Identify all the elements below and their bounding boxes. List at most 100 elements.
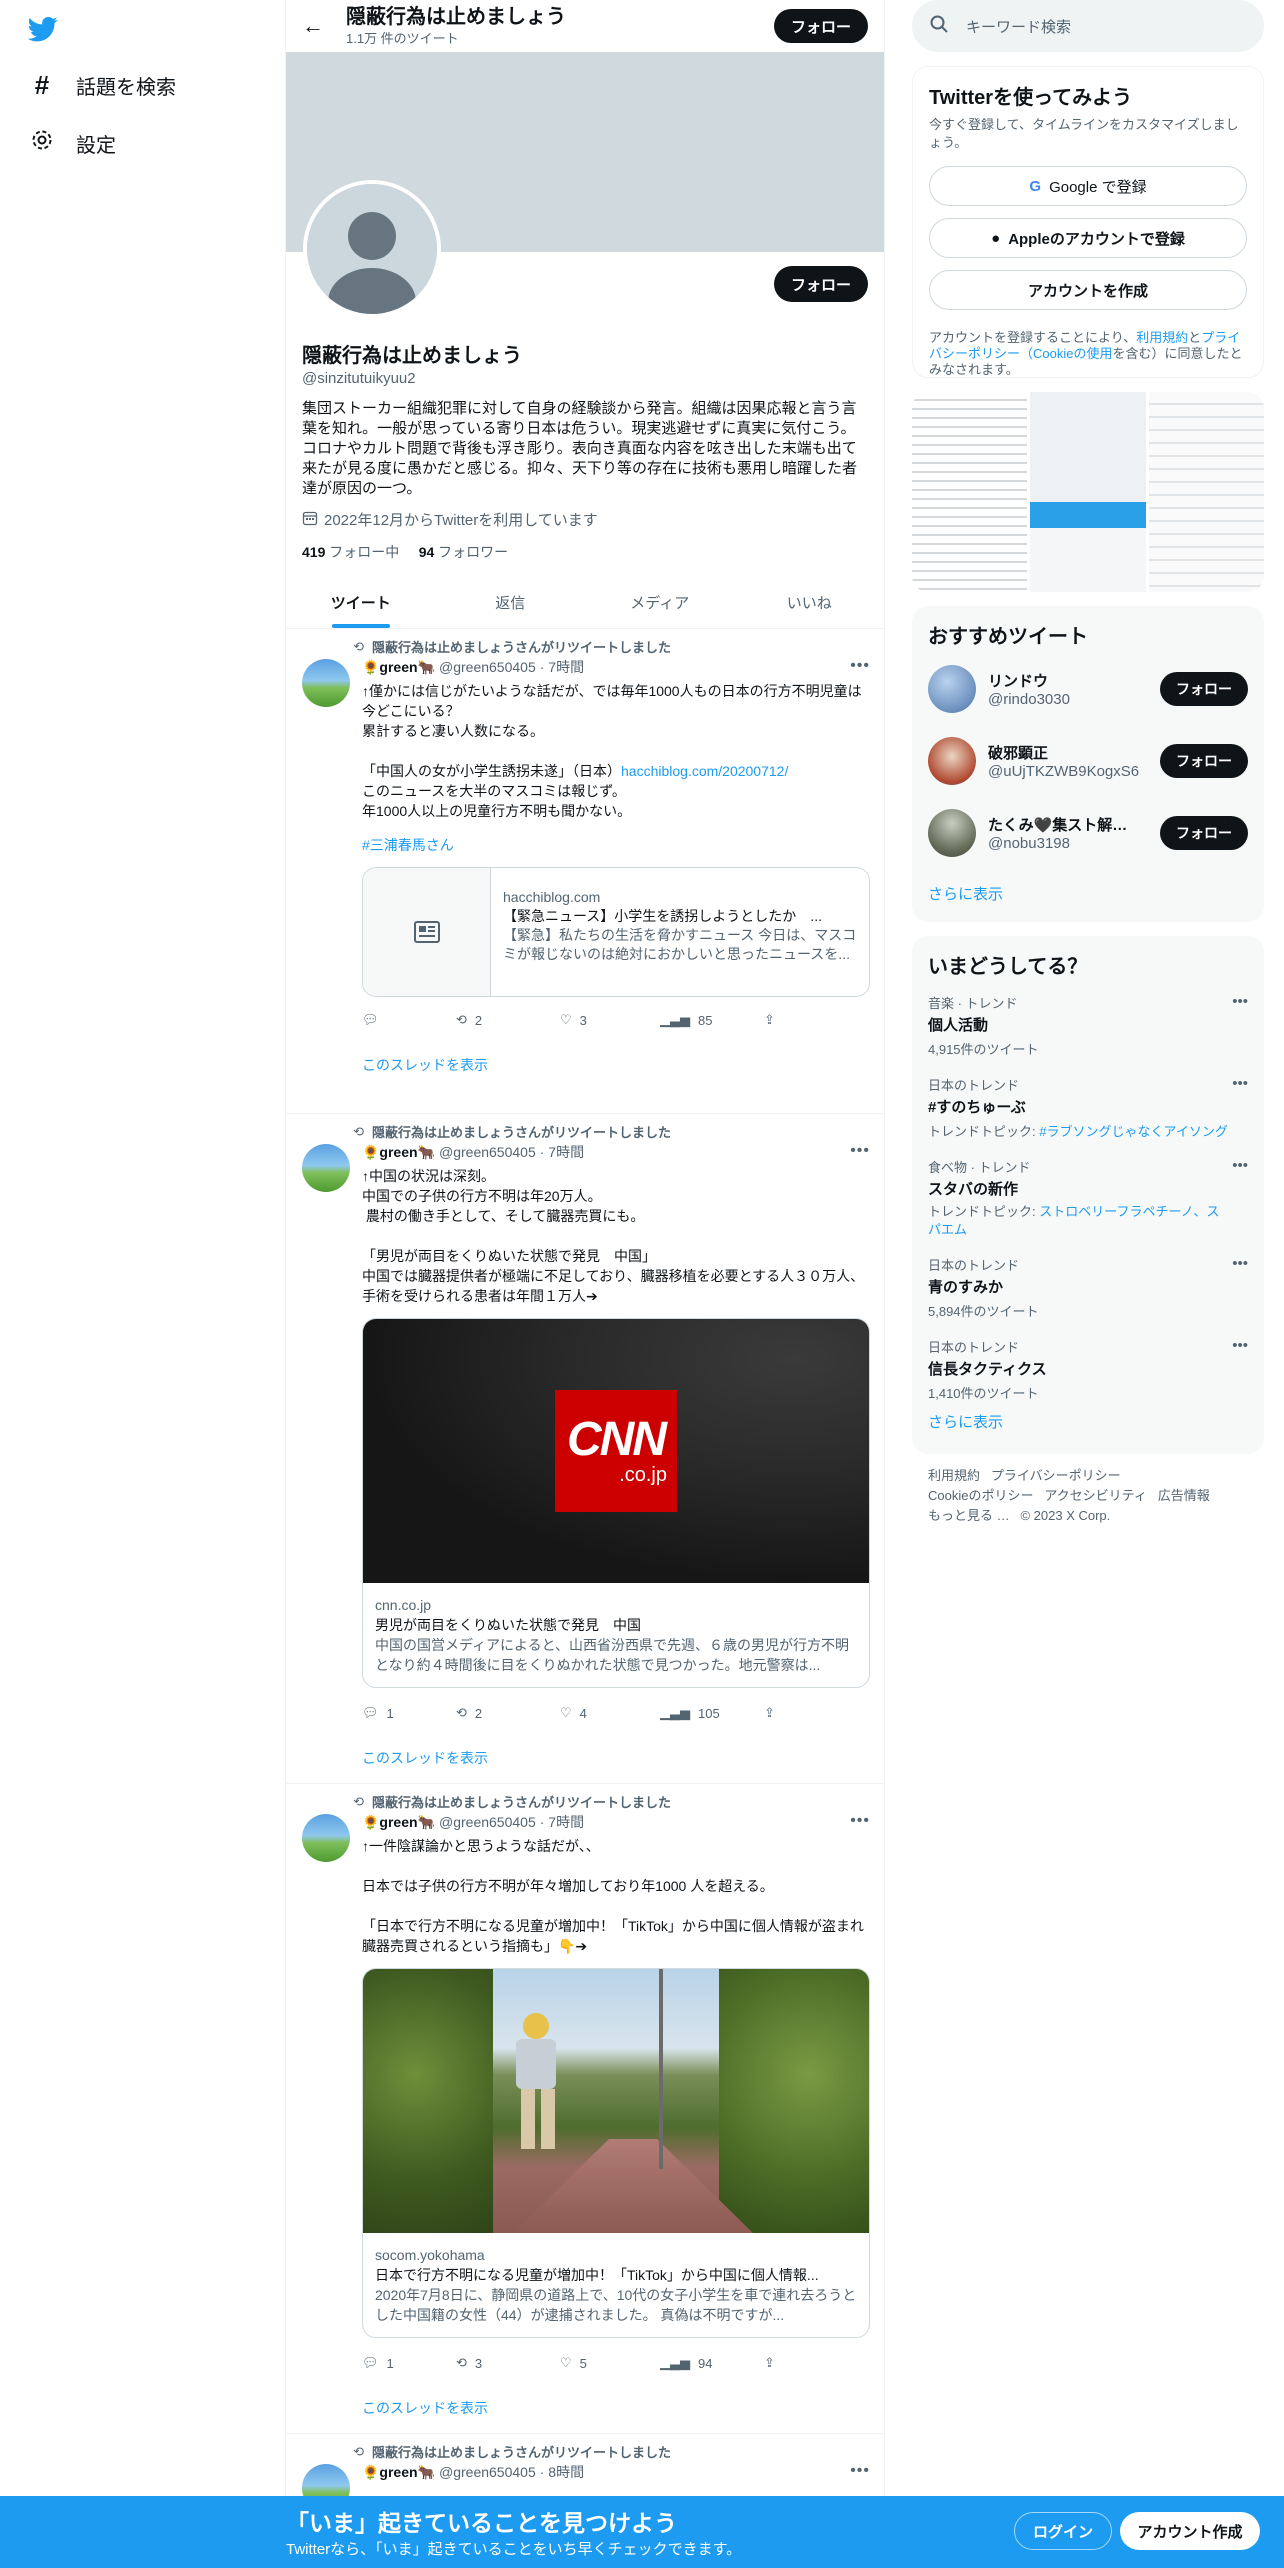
follow-button[interactable]: フォロー: [1160, 744, 1248, 778]
more-icon[interactable]: •••: [850, 657, 870, 675]
show-thread-link[interactable]: このスレッドを表示: [362, 2398, 870, 2418]
back-arrow-icon[interactable]: ←: [302, 13, 336, 39]
footer-link[interactable]: 広告情報: [1158, 1488, 1210, 1503]
nav-explore[interactable]: # 話題を検索: [28, 70, 176, 101]
retweet-button[interactable]: ⟲ 2: [456, 1012, 560, 1028]
avatar[interactable]: [928, 737, 976, 785]
like-button[interactable]: ♡ 5: [560, 2355, 660, 2371]
views-button[interactable]: ▁▃▅ 94: [660, 2355, 764, 2371]
following-link[interactable]: 419 フォロー中: [302, 544, 399, 560]
top-bar: ← 隠蔽行為は止めましょう 1.1万 件のツイート フォロー: [286, 0, 884, 52]
more-icon[interactable]: •••: [1232, 993, 1248, 1010]
trend-item[interactable]: 日本のトレンド 青のすみか 5,894件のツイート •••: [928, 1245, 1248, 1327]
avatar[interactable]: [928, 665, 976, 713]
apple-signup-button[interactable]: ● Appleのアカウントで登録: [929, 218, 1247, 258]
show-thread-link[interactable]: このスレッドを表示: [362, 1748, 870, 1768]
google-signup-button[interactable]: G Google で登録: [929, 166, 1247, 206]
hashtag-link[interactable]: #三浦春馬さん: [362, 837, 454, 853]
more-icon[interactable]: •••: [1232, 1255, 1248, 1272]
author-handle[interactable]: @green650405: [439, 659, 536, 675]
footer-link[interactable]: プライバシーポリシー: [991, 1468, 1121, 1483]
create-account-button[interactable]: アカウントを作成: [929, 270, 1247, 310]
tweet-link[interactable]: hacchiblog.com/20200712/: [621, 763, 788, 779]
reply-button[interactable]: 💬︎: [362, 1012, 456, 1028]
follow-button[interactable]: フォロー: [1160, 816, 1248, 850]
recommended-user[interactable]: リンドウ @rindo3030 フォロー: [928, 653, 1248, 725]
reply-button[interactable]: 💬︎ 1: [362, 1705, 456, 1721]
avatar[interactable]: [928, 809, 976, 857]
media-thumbnail[interactable]: [1030, 392, 1146, 592]
footer-link[interactable]: 利用規約: [928, 1468, 980, 1483]
footer-link[interactable]: Cookieのポリシー: [928, 1488, 1033, 1503]
twitter-logo-icon[interactable]: [27, 14, 58, 48]
tab-likes[interactable]: いいね: [735, 576, 885, 628]
views-button[interactable]: ▁▃▅ 105: [660, 1705, 764, 1721]
more-icon[interactable]: •••: [1232, 1337, 1248, 1354]
tweet-time[interactable]: · 7時間: [540, 1812, 584, 1832]
retweet-note: ⟲ 隠蔽行為は止めましょうさんがリツイートしました: [336, 1792, 671, 1811]
more-icon[interactable]: •••: [850, 1812, 870, 1830]
footer-link[interactable]: アクセシビリティ: [1044, 1488, 1147, 1503]
author-name[interactable]: 🌻green🐂: [362, 2464, 435, 2481]
trend-item[interactable]: 日本のトレンド 信長タクティクス 1,410件のツイート •••: [928, 1327, 1248, 1409]
share-button[interactable]: ⇪: [764, 1705, 775, 1721]
tweet[interactable]: ⟲ 隠蔽行為は止めましょうさんがリツイートしました 🌻green🐂 @green…: [286, 1784, 884, 2434]
trend-item[interactable]: 食べ物 · トレンド スタバの新作 トレンドトピック: ストロベリーフラペチーノ…: [928, 1147, 1248, 1245]
tab-replies[interactable]: 返信: [436, 576, 586, 628]
terms-link[interactable]: 利用規約: [1136, 330, 1188, 345]
show-thread-link[interactable]: このスレッドを表示: [362, 1055, 870, 1075]
more-icon[interactable]: •••: [850, 2462, 870, 2480]
retweet-button[interactable]: ⟲ 3: [456, 2355, 560, 2371]
link-card[interactable]: CNN .co.jp cnn.co.jp 男児が両目をくりぬいた状態で発見 中国…: [362, 1318, 870, 1688]
share-button[interactable]: ⇪: [764, 2355, 775, 2371]
tweet-time[interactable]: · 8時間: [540, 2462, 584, 2482]
author-handle[interactable]: @green650405: [439, 2464, 536, 2480]
reply-button[interactable]: 💬︎ 1: [362, 2355, 456, 2371]
more-icon[interactable]: •••: [1232, 1157, 1248, 1174]
share-button[interactable]: ⇪: [764, 1012, 775, 1028]
nav-settings[interactable]: 設定: [28, 128, 116, 158]
followers-link[interactable]: 94 フォロワー: [419, 544, 508, 560]
show-more-link[interactable]: さらに表示: [928, 1414, 1003, 1431]
views-button[interactable]: ▁▃▅ 85: [660, 1012, 764, 1028]
create-account-bottom-button[interactable]: アカウント作成: [1120, 2512, 1260, 2550]
author-name[interactable]: 🌻green🐂: [362, 659, 435, 676]
tab-media[interactable]: メディア: [585, 576, 735, 628]
like-button[interactable]: ♡ 3: [560, 1012, 660, 1028]
like-button[interactable]: ♡ 4: [560, 1705, 660, 1721]
recommended-user[interactable]: たくみ🖤集スト解決... @nobu3198 フォロー: [928, 797, 1248, 869]
footer-link[interactable]: もっと見る …: [928, 1508, 1010, 1523]
tweet-time[interactable]: · 7時間: [540, 657, 584, 677]
retweet-button[interactable]: ⟲ 2: [456, 1705, 560, 1721]
recommended-user[interactable]: 破邪顕正 @uUjTKZWB9KogxS6 フォロー: [928, 725, 1248, 797]
profile-avatar[interactable]: [303, 180, 441, 318]
trend-item[interactable]: 音楽 · トレンド 個人活動 4,915件のツイート •••: [928, 983, 1248, 1065]
author-name[interactable]: 🌻green🐂: [362, 1814, 435, 1831]
tweet[interactable]: ⟲ 隠蔽行為は止めましょうさんがリツイートしました 🌻green🐂 @green…: [286, 629, 884, 1114]
avatar[interactable]: [302, 659, 350, 707]
link-card[interactable]: hacchiblog.com 【緊急ニュース】小学生を誘拐しようとしたか ...…: [362, 867, 870, 997]
tweet-time[interactable]: · 7時間: [540, 1142, 584, 1162]
media-thumbnail[interactable]: [1148, 392, 1264, 592]
tweet[interactable]: ⟲ 隠蔽行為は止めましょうさんがリツイートしました 🌻green🐂 @green…: [286, 1114, 884, 1784]
avatar[interactable]: [302, 1144, 350, 1192]
link-card[interactable]: socom.yokohama 日本で行方不明になる児童が増加中！「TikTok」…: [362, 1968, 870, 2338]
author-name[interactable]: 🌻green🐂: [362, 1144, 435, 1161]
retweet-icon: ⟲: [353, 638, 364, 654]
media-thumbnail[interactable]: [912, 392, 1028, 592]
more-icon[interactable]: •••: [1232, 1075, 1248, 1092]
author-handle[interactable]: @green650405: [439, 1814, 536, 1830]
login-button[interactable]: ログイン: [1014, 2512, 1112, 2550]
trend-topic-link[interactable]: #ラブソングじゃなくアイソング: [1039, 1124, 1228, 1139]
search-box[interactable]: キーワード検索: [912, 0, 1264, 52]
show-more-link[interactable]: さらに表示: [928, 886, 1003, 903]
like-count: 4: [579, 1705, 587, 1721]
profile-follow-button[interactable]: フォロー: [774, 266, 868, 302]
follow-button[interactable]: フォロー: [1160, 672, 1248, 706]
header-follow-button[interactable]: フォロー: [774, 9, 868, 43]
avatar[interactable]: [302, 1814, 350, 1862]
tab-tweets[interactable]: ツイート: [286, 576, 436, 628]
more-icon[interactable]: •••: [850, 1142, 870, 1160]
trend-item[interactable]: 日本のトレンド #すのちゅーぶ トレンドトピック: #ラブソングじゃなくアイソン…: [928, 1065, 1248, 1147]
author-handle[interactable]: @green650405: [439, 1144, 536, 1160]
